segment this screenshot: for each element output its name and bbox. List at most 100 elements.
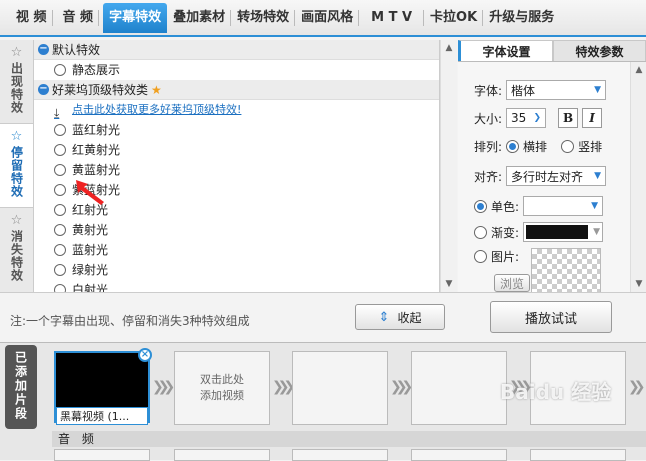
radio-icon[interactable] bbox=[54, 124, 66, 136]
audio-clip-slot[interactable] bbox=[292, 449, 388, 461]
browse-button[interactable]: 浏览 bbox=[494, 274, 530, 292]
list-scrollbar[interactable]: ▲ ▼ bbox=[440, 40, 457, 292]
dropdown-arrow-icon: ▼ bbox=[594, 171, 602, 181]
collapse-arrows-icon: ⇕ bbox=[378, 309, 390, 325]
watermark: Baidu 经验 bbox=[500, 380, 612, 404]
dropdown-arrow-icon: ▼ bbox=[594, 85, 602, 95]
star-icon: ☆ bbox=[10, 129, 23, 144]
italic-button[interactable]: I bbox=[582, 108, 603, 128]
effect-phase-tabs: ☆ 出现特效 ☆ 停留特效 ☆ 消失特效 bbox=[0, 40, 34, 292]
image-radio[interactable] bbox=[474, 250, 487, 263]
dropdown-arrow-icon: ▼ bbox=[591, 201, 599, 211]
chevron-right-icon: ❯❯❯ bbox=[390, 379, 413, 395]
list-item[interactable]: 黄射光 bbox=[34, 220, 439, 240]
collapse-icon[interactable]: − bbox=[38, 84, 49, 95]
list-item[interactable]: 静态展示 bbox=[34, 60, 439, 80]
star-icon: ☆ bbox=[10, 45, 23, 60]
note-text: 注:一个字幕由出现、停留和消失3种特效组成 bbox=[10, 314, 250, 328]
empty-clip-slot[interactable] bbox=[292, 351, 388, 425]
scroll-down-icon[interactable]: ▼ bbox=[441, 276, 457, 292]
added-clips-label: 已添加片段 bbox=[5, 345, 37, 429]
scroll-up-icon[interactable]: ▲ bbox=[631, 62, 646, 78]
audio-track-label: 音 频 bbox=[52, 431, 646, 447]
effect-list: − 默认特效 静态展示 − 好莱坞顶级特效类 ★ ⤓ 点击此处获取更多好莱坞顶级… bbox=[34, 40, 440, 292]
audio-clip-slot[interactable] bbox=[530, 449, 626, 461]
audio-clip-slot[interactable] bbox=[174, 449, 270, 461]
tab-picture-style[interactable]: 画面风格 bbox=[295, 3, 360, 33]
tab-subtitle-effects[interactable]: 字幕特效 bbox=[103, 2, 168, 33]
tab-effect-params[interactable]: 特效参数 bbox=[553, 40, 646, 61]
red-arrow-icon bbox=[76, 180, 104, 205]
play-preview-button[interactable]: 播放试试 bbox=[490, 301, 612, 333]
single-color-picker[interactable]: ▼ bbox=[523, 196, 604, 216]
arrange-row: 排列: 横排 竖排 bbox=[474, 140, 603, 154]
arrange-vertical-radio[interactable] bbox=[561, 140, 575, 153]
radio-icon[interactable] bbox=[54, 184, 66, 196]
group-default-effects[interactable]: − 默认特效 bbox=[34, 40, 439, 60]
arrange-horizontal-radio[interactable] bbox=[506, 140, 520, 153]
chevron-right-icon: ❯❯ bbox=[628, 379, 646, 395]
radio-icon[interactable] bbox=[54, 144, 66, 156]
panel-scrollbar[interactable]: ▲ ▼ bbox=[630, 62, 646, 292]
note-bar: 注:一个字幕由出现、停留和消失3种特效组成 ⇕ 收起 播放试试 bbox=[0, 292, 646, 342]
scroll-down-icon[interactable]: ▼ bbox=[631, 276, 646, 292]
side-tab-disappear[interactable]: ☆ 消失特效 bbox=[0, 208, 33, 292]
tab-karaoke[interactable]: 卡拉OK bbox=[424, 3, 484, 33]
top-tab-bar: 视 频 音 频 字幕特效 叠加素材 转场特效 画面风格 M T V 卡拉OK 升… bbox=[0, 0, 646, 37]
gradient-radio[interactable] bbox=[474, 225, 487, 239]
single-color-radio[interactable] bbox=[474, 199, 487, 213]
star-icon: ☆ bbox=[10, 213, 23, 228]
chevron-right-icon: ❯❯❯ bbox=[152, 379, 175, 395]
collapse-icon[interactable]: − bbox=[38, 44, 49, 55]
size-row: 大小: 35 ❯ B I bbox=[474, 108, 603, 128]
single-color-row: 单色: ▼ bbox=[474, 196, 604, 216]
tab-mtv[interactable]: M T V bbox=[359, 3, 424, 33]
radio-icon[interactable] bbox=[54, 204, 66, 216]
gradient-row: 渐变: ▼ bbox=[474, 222, 604, 242]
radio-icon[interactable] bbox=[54, 224, 66, 236]
audio-clip-slot[interactable] bbox=[54, 449, 150, 461]
add-video-slot[interactable]: 双击此处添加视频 bbox=[174, 351, 270, 425]
close-icon[interactable]: × bbox=[138, 348, 152, 362]
list-item[interactable]: 蓝红射光 bbox=[34, 120, 439, 140]
radio-icon[interactable] bbox=[54, 284, 66, 292]
list-item[interactable]: 蓝射光 bbox=[34, 240, 439, 260]
star-icon: ★ bbox=[151, 82, 162, 97]
list-item[interactable]: 红黄射光 bbox=[34, 140, 439, 160]
promo-link[interactable]: ⤓ 点击此处获取更多好莱坞顶级特效! bbox=[34, 100, 439, 120]
radio-icon[interactable] bbox=[54, 64, 66, 76]
align-select[interactable]: 多行时左对齐 ▼ bbox=[506, 166, 607, 186]
font-select[interactable]: 楷体 ▼ bbox=[506, 80, 607, 100]
image-preview[interactable] bbox=[531, 248, 602, 296]
tab-font-settings[interactable]: 字体设置 bbox=[458, 40, 553, 61]
audio-clip-slot[interactable] bbox=[411, 449, 507, 461]
dropdown-arrow-icon: ▼ bbox=[593, 227, 601, 237]
radio-icon[interactable] bbox=[54, 244, 66, 256]
bold-button[interactable]: B bbox=[558, 108, 579, 128]
download-icon: ⤓ bbox=[54, 106, 60, 120]
empty-clip-slot[interactable] bbox=[411, 351, 507, 425]
tab-audio[interactable]: 音 频 bbox=[57, 3, 100, 33]
radio-icon[interactable] bbox=[54, 264, 66, 276]
tab-video[interactable]: 视 频 bbox=[10, 3, 53, 33]
tab-overlay-material[interactable]: 叠加素材 bbox=[167, 3, 232, 33]
clip-name: 黑幕视频 (1... bbox=[56, 407, 148, 425]
font-row: 字体: 楷体 ▼ bbox=[474, 80, 607, 100]
list-item[interactable]: 黄蓝射光 bbox=[34, 160, 439, 180]
tab-upgrade-service[interactable]: 升级与服务 bbox=[483, 3, 560, 33]
size-input[interactable]: 35 ❯ bbox=[506, 108, 547, 128]
scroll-up-icon[interactable]: ▲ bbox=[441, 40, 457, 56]
font-settings-panel: 字体设置 特效参数 字体: 楷体 ▼ 大小: 35 ❯ B I 排列: 横排 竖… bbox=[458, 40, 646, 296]
list-item[interactable]: 绿射光 bbox=[34, 260, 439, 280]
side-tab-appear[interactable]: ☆ 出现特效 bbox=[0, 40, 33, 124]
align-row: 对齐: 多行时左对齐 ▼ bbox=[474, 166, 607, 186]
tab-transition-effects[interactable]: 转场特效 bbox=[231, 3, 296, 33]
list-item[interactable]: 白射光 bbox=[34, 280, 439, 292]
chevron-right-icon[interactable]: ❯ bbox=[534, 113, 542, 123]
collapse-button[interactable]: ⇕ 收起 bbox=[355, 304, 445, 330]
group-hollywood-effects[interactable]: − 好莱坞顶级特效类 ★ bbox=[34, 80, 439, 100]
radio-icon[interactable] bbox=[54, 164, 66, 176]
side-tab-stay[interactable]: ☆ 停留特效 bbox=[0, 124, 33, 208]
chevron-right-icon: ❯❯❯ bbox=[272, 379, 295, 395]
gradient-picker[interactable]: ▼ bbox=[523, 222, 604, 242]
